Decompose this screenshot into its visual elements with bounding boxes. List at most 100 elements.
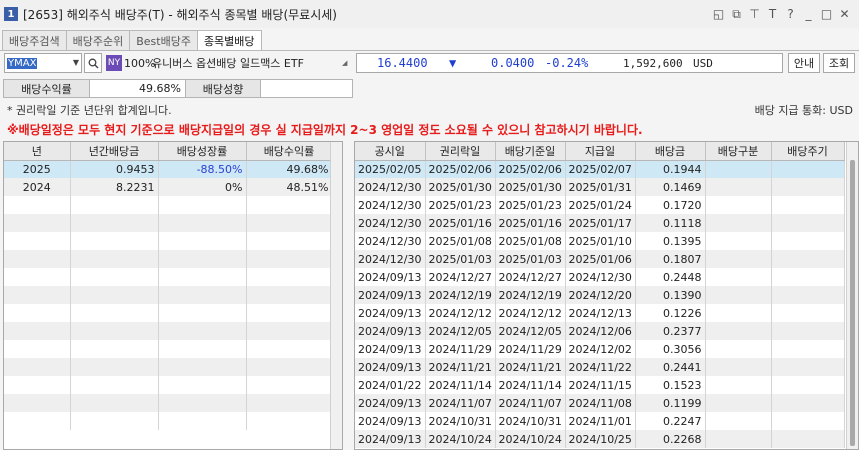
table-cell	[246, 394, 333, 412]
copy-icon[interactable]: ⧉	[730, 7, 743, 21]
table-cell	[705, 268, 772, 286]
table-row[interactable]	[4, 268, 333, 286]
table-row[interactable]: 2024/12/30 2025/01/03 2025/01/03 2025/01/06…	[355, 250, 845, 268]
tab-dividend-search[interactable]: 배당주검색	[2, 30, 66, 51]
table-cell: 2024/10/31	[495, 412, 566, 430]
table-cell: 49.68%	[246, 160, 333, 178]
table-row[interactable]: 2024/09/13 2024/11/07 2024/11/07 2024/11/08…	[355, 394, 845, 412]
stock-name: 유니버스 옵션배당 일드맥스 ETF	[152, 57, 304, 70]
annual-scrollbar[interactable]	[330, 142, 342, 449]
table-row[interactable]: 2024/12/30 2025/01/30 2025/01/30 2025/01/31…	[355, 178, 845, 196]
table-cell	[705, 250, 772, 268]
table-cell	[4, 376, 71, 394]
table-cell	[70, 394, 159, 412]
table-cell: 8.2231	[70, 178, 159, 196]
table-row[interactable]: 2025 0.9453 -88.50% 49.68%	[4, 160, 333, 178]
table-cell: 0.1118	[635, 214, 706, 232]
col-record-date[interactable]: 배당기준일	[495, 142, 566, 161]
table-cell: 0.3056	[635, 340, 706, 358]
chevron-down-icon[interactable]: ▼	[73, 58, 79, 67]
table-cell: 0.1720	[635, 196, 706, 214]
table-cell: 2024/11/07	[425, 394, 496, 412]
table-cell: 2025/01/16	[495, 214, 566, 232]
table-row[interactable]: 2024/01/22 2024/11/14 2024/11/14 2024/11/15…	[355, 376, 845, 394]
col-dividend-cycle[interactable]: 배당주기	[771, 142, 845, 161]
table-cell	[70, 232, 159, 250]
window-number-badge[interactable]: 1	[4, 7, 18, 21]
info-button[interactable]: 안내	[788, 53, 820, 73]
col-dividend[interactable]: 배당금	[635, 142, 706, 161]
table-row[interactable]: 2024 8.2231 0% 48.51%	[4, 178, 333, 196]
tab-dividend-rank[interactable]: 배당주순위	[65, 30, 130, 51]
table-cell: 2025/01/23	[425, 196, 496, 214]
col-pay-date[interactable]: 지급일	[565, 142, 636, 161]
table-row[interactable]: 2024/09/13 2024/12/05 2024/12/05 2024/12/06…	[355, 322, 845, 340]
stock-code-input[interactable]: YMAX ▼	[4, 53, 82, 73]
table-cell: 2024/11/29	[495, 340, 566, 358]
table-row[interactable]: 2024/09/13 2024/12/27 2024/12/27 2024/12/30…	[355, 268, 845, 286]
table-row[interactable]	[4, 250, 333, 268]
table-row[interactable]	[4, 394, 333, 412]
tab-best-dividend[interactable]: Best배당주	[129, 30, 197, 51]
table-cell	[4, 412, 71, 430]
col-annual-dividend[interactable]: 년간배당금	[70, 142, 159, 161]
table-row[interactable]: 2024/12/30 2025/01/16 2025/01/16 2025/01/17…	[355, 214, 845, 232]
table-cell: 2025/01/06	[565, 250, 636, 268]
table-row[interactable]	[4, 340, 333, 358]
table-row[interactable]: 2024/09/13 2024/11/21 2024/11/21 2024/11/22…	[355, 358, 845, 376]
table-row[interactable]: 2024/09/13 2024/12/19 2024/12/19 2024/12/20…	[355, 286, 845, 304]
pin-icon[interactable]: ⊤	[748, 7, 761, 21]
table-row[interactable]: 2025/02/05 2025/02/06 2025/02/06 2025/02/07…	[355, 160, 845, 178]
col-ex-date[interactable]: 권리락일	[425, 142, 496, 161]
table-cell: 2024	[4, 178, 71, 196]
table-cell: 2024/11/29	[425, 340, 496, 358]
table-cell	[246, 214, 333, 232]
search-button[interactable]	[84, 53, 102, 73]
table-row[interactable]	[4, 196, 333, 214]
close-button[interactable]: ✕	[838, 7, 851, 21]
table-row[interactable]: 2024/09/13 2024/11/29 2024/11/29 2024/12/02…	[355, 340, 845, 358]
payout-value	[260, 79, 353, 98]
col-yield[interactable]: 배당수익률	[246, 142, 333, 161]
table-row[interactable]	[4, 304, 333, 322]
font-size-button[interactable]: T	[766, 7, 779, 21]
table-cell: 2024/11/01	[565, 412, 636, 430]
table-cell	[771, 250, 845, 268]
col-growth-rate[interactable]: 배당성장률	[158, 142, 247, 161]
table-row[interactable]: 2024/12/30 2025/01/23 2025/01/23 2025/01/24…	[355, 196, 845, 214]
table-row[interactable]	[4, 286, 333, 304]
col-year[interactable]: 년	[4, 142, 71, 161]
table-row[interactable]	[4, 232, 333, 250]
maximize-button[interactable]: □	[820, 7, 833, 21]
window-title: [2653] 해외주식 배당주(T) - 해외주식 종목별 배당(무료시세)	[23, 7, 337, 22]
restore-icon[interactable]: ◱	[712, 7, 725, 21]
expand-icon[interactable]: ◢	[342, 59, 350, 67]
table-row[interactable]	[4, 412, 333, 430]
query-button[interactable]: 조회	[823, 53, 855, 73]
currency-label: USD	[693, 56, 713, 70]
table-cell	[158, 286, 247, 304]
down-arrow-icon: ▼	[449, 56, 457, 70]
table-cell	[705, 394, 772, 412]
panel-splitter[interactable]	[343, 141, 351, 450]
table-row[interactable]	[4, 358, 333, 376]
table-row[interactable]: 2024/12/30 2025/01/08 2025/01/08 2025/01/10…	[355, 232, 845, 250]
table-cell	[246, 232, 333, 250]
history-scroll-thumb[interactable]	[850, 160, 855, 446]
table-row[interactable]: 2024/09/13 2024/12/12 2024/12/12 2024/12/13…	[355, 304, 845, 322]
help-button[interactable]: ?	[784, 7, 797, 21]
tab-stock-dividend[interactable]: 종목별배당	[196, 30, 262, 51]
table-row[interactable]	[4, 322, 333, 340]
table-row[interactable]: 2024/09/13 2024/10/31 2024/10/31 2024/11/01…	[355, 412, 845, 430]
table-row[interactable]	[4, 376, 333, 394]
table-row[interactable]	[4, 214, 333, 232]
table-cell: 2025/01/03	[495, 250, 566, 268]
table-cell: 2024/01/22	[355, 376, 426, 394]
annual-table: 년 년간배당금 배당성장률 배당수익률 2025 0.9453 -88.50% 49.…	[4, 142, 333, 430]
table-row[interactable]: 2024/09/13 2024/10/24 2024/10/24 2024/10/25…	[355, 430, 845, 448]
col-announce-date[interactable]: 공시일	[355, 142, 426, 161]
table-cell	[246, 196, 333, 214]
minimize-button[interactable]: _	[802, 7, 815, 21]
history-scrollbar[interactable]	[846, 142, 858, 449]
col-dividend-type[interactable]: 배당구분	[705, 142, 772, 161]
